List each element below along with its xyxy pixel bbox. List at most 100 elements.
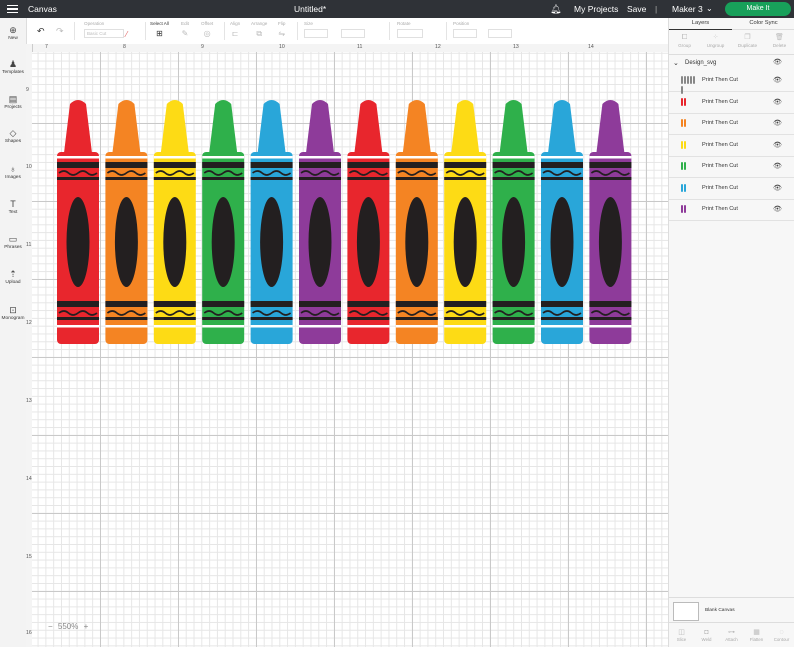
- crayon[interactable]: [299, 100, 341, 344]
- ruler-tick: 12: [435, 44, 441, 50]
- delete-button[interactable]: 🗑︎ Delete: [764, 33, 794, 48]
- undo-icon[interactable]: ↶: [37, 26, 45, 37]
- tab-color-sync[interactable]: Color Sync: [732, 18, 794, 29]
- eye-icon[interactable]: 👁︎: [773, 58, 782, 66]
- zoom-out-button[interactable]: −: [48, 622, 53, 631]
- sidebar-item-new[interactable]: ⊕ New: [0, 25, 26, 41]
- crayon-tip: [451, 100, 480, 153]
- sidebar-item-monogram[interactable]: ⊡ Monogram: [0, 305, 26, 321]
- operation-select[interactable]: Basic Cut: [84, 29, 124, 38]
- layer-row[interactable]: Print Then Cut 👁︎: [669, 114, 794, 135]
- crayon[interactable]: [202, 100, 245, 344]
- crayon-label-oval: [502, 197, 526, 287]
- offset-icon[interactable]: ◎: [204, 29, 211, 38]
- eye-icon[interactable]: 👁︎: [773, 119, 782, 127]
- crayon[interactable]: [250, 100, 293, 344]
- layer-group-row[interactable]: ⌄ Design_svg 👁︎: [669, 58, 794, 70]
- arrange-group[interactable]: Arrange ⧉: [251, 21, 267, 39]
- duplicate-button[interactable]: ❐ Duplicate: [732, 33, 763, 48]
- sidebar-item-images[interactable]: ♁ Images: [0, 164, 26, 180]
- crayon[interactable]: [347, 100, 390, 344]
- align-icon[interactable]: ⊏: [232, 29, 239, 38]
- machine-selector[interactable]: Maker 3: [672, 0, 703, 18]
- tab-layers[interactable]: Layers: [669, 18, 732, 30]
- crayon[interactable]: [444, 100, 487, 344]
- size-height-input[interactable]: [341, 29, 366, 38]
- document-title[interactable]: Untitled*: [294, 0, 326, 18]
- position-y-input[interactable]: [488, 29, 513, 38]
- crayon[interactable]: [589, 100, 632, 344]
- make-it-button[interactable]: Make It: [725, 2, 791, 16]
- my-projects-link[interactable]: My Projects: [574, 0, 618, 18]
- crayon-design[interactable]: [32, 52, 668, 647]
- blank-canvas-swatch[interactable]: [673, 602, 699, 621]
- crayon[interactable]: [105, 100, 148, 344]
- layer-row[interactable]: Print Then Cut 👁︎: [669, 93, 794, 114]
- eye-icon[interactable]: 👁︎: [773, 184, 782, 192]
- crayon-label-oval: [163, 197, 187, 287]
- sidebar-item-phrases[interactable]: ▭ Phrases: [0, 234, 26, 250]
- crayon-band: [250, 156, 293, 159]
- eye-icon[interactable]: 👁︎: [773, 162, 782, 170]
- chevron-down-icon[interactable]: ⌄: [673, 59, 679, 67]
- crayon[interactable]: [395, 100, 438, 344]
- arrange-icon[interactable]: ⧉: [256, 29, 262, 39]
- slice-button[interactable]: ◫ Slice: [669, 628, 694, 642]
- sidebar-item-projects[interactable]: ▤ Projects: [0, 94, 26, 110]
- pen-icon[interactable]: ⁄: [126, 30, 127, 39]
- ruler-tick: 7: [45, 44, 48, 50]
- select-all-group[interactable]: Select All ⊞: [150, 21, 169, 38]
- eye-icon[interactable]: 👁︎: [773, 98, 782, 106]
- eye-icon[interactable]: 👁︎: [773, 141, 782, 149]
- rotate-input[interactable]: [397, 29, 423, 38]
- sidebar-item-upload[interactable]: ⇡ Upload: [0, 269, 26, 285]
- offset-group[interactable]: Offset ◎: [201, 21, 213, 38]
- crayon-thumbnail: [683, 119, 687, 127]
- sidebar-item-templates[interactable]: ♟︎ Templates: [0, 59, 26, 75]
- flip-label: Flip: [278, 21, 286, 26]
- weld-icon: ◘: [704, 629, 709, 636]
- edit-group[interactable]: Edit ✎: [181, 21, 189, 38]
- eye-icon[interactable]: 👁︎: [773, 205, 782, 213]
- select-all-icon[interactable]: ⊞: [156, 29, 163, 38]
- layer-row[interactable]: Print Then Cut 👁︎: [669, 71, 794, 94]
- bell-icon[interactable]: 🔔︎: [550, 0, 561, 18]
- redo-icon[interactable]: ↷: [56, 26, 64, 37]
- design-canvas[interactable]: [32, 52, 668, 647]
- layer-row[interactable]: Print Then Cut 👁︎: [669, 200, 794, 221]
- group-button[interactable]: ⧠ Group: [669, 33, 700, 48]
- edit-pencil-icon[interactable]: ✎: [182, 29, 189, 38]
- weld-button[interactable]: ◘ Weld: [694, 628, 719, 642]
- save-button[interactable]: Save: [627, 0, 646, 18]
- crayon-band: [202, 325, 245, 328]
- attach-icon: ⊶: [728, 629, 735, 636]
- size-width-input[interactable]: [304, 29, 328, 38]
- layer-label: Print Then Cut: [702, 141, 738, 148]
- align-group[interactable]: Align ⊏: [230, 21, 240, 38]
- flip-group[interactable]: Flip ⇋: [278, 21, 285, 38]
- blank-canvas-row[interactable]: Blank Canvas: [669, 597, 794, 622]
- crayon[interactable]: [153, 100, 196, 344]
- zoom-in-button[interactable]: +: [84, 622, 89, 631]
- ungroup-button[interactable]: ⁘ Ungroup: [700, 33, 731, 48]
- chevron-down-icon[interactable]: ⌄: [706, 0, 713, 18]
- layer-row[interactable]: Print Then Cut 👁︎: [669, 136, 794, 157]
- menu-icon[interactable]: [7, 5, 18, 15]
- layer-row[interactable]: Print Then Cut 👁︎: [669, 157, 794, 178]
- crayon[interactable]: [541, 100, 583, 344]
- crayon[interactable]: [492, 100, 535, 344]
- layers-panel: Layers Color Sync ⧠ Group ⁘ Ungroup ❐ Dupli…: [668, 18, 794, 647]
- attach-button[interactable]: ⊶ Attach: [719, 628, 744, 642]
- crayon[interactable]: [57, 100, 99, 344]
- flip-icon[interactable]: ⇋: [278, 29, 285, 38]
- contour-button[interactable]: ◌ Contour: [769, 628, 794, 642]
- operation-label: Operation: [84, 21, 105, 26]
- position-x-input[interactable]: [453, 29, 477, 38]
- flatten-button[interactable]: ▦ Flatten: [744, 628, 769, 642]
- layer-row[interactable]: Print Then Cut 👁︎: [669, 179, 794, 200]
- crayon-tip: [354, 100, 383, 153]
- operation-group: Operation Basic Cut ⁄: [84, 21, 127, 39]
- sidebar-item-shapes[interactable]: ◇ Shapes: [0, 128, 26, 144]
- eye-icon[interactable]: 👁︎: [773, 76, 782, 84]
- sidebar-item-text[interactable]: T Text: [0, 199, 26, 215]
